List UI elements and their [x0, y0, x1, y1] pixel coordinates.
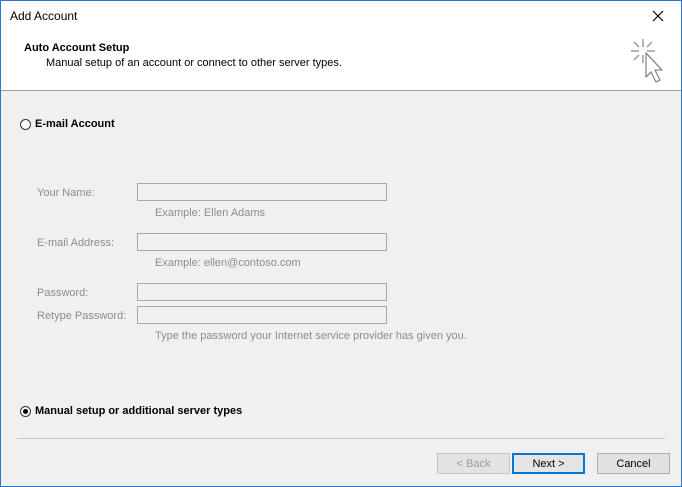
cursor-sparkle-icon	[631, 39, 663, 83]
your-name-label: Your Name:	[37, 187, 95, 199]
title-bar: Add Account	[1, 1, 681, 31]
footer-divider	[17, 438, 665, 439]
close-icon	[652, 10, 664, 22]
your-name-hint: Example: Ellen Adams	[155, 207, 266, 219]
retype-password-label: Retype Password:	[37, 310, 127, 322]
retype-password-field[interactable]	[137, 306, 387, 324]
email-account-option[interactable]: E-mail Account	[20, 118, 115, 130]
email-account-label: E-mail Account	[35, 118, 115, 130]
your-name-field[interactable]	[137, 183, 387, 201]
window-title: Add Account	[10, 9, 78, 23]
manual-setup-option[interactable]: Manual setup or additional server types	[20, 405, 242, 417]
email-address-hint: Example: ellen@contoso.com	[155, 257, 301, 269]
header-title: Auto Account Setup	[24, 42, 130, 54]
password-label: Password:	[37, 287, 89, 299]
next-button[interactable]: Next >	[512, 453, 585, 474]
manual-setup-label: Manual setup or additional server types	[35, 405, 243, 417]
add-account-dialog: Add Account Auto Account Setup Manual se…	[0, 0, 682, 487]
manual-setup-radio[interactable]	[20, 405, 31, 417]
email-account-radio[interactable]	[20, 118, 31, 130]
header-panel: Auto Account Setup Manual setup of an ac…	[1, 31, 681, 91]
close-button[interactable]	[635, 1, 681, 31]
password-field[interactable]	[137, 283, 387, 301]
email-address-label: E-mail Address:	[37, 237, 115, 249]
header-subtitle: Manual setup of an account or connect to…	[46, 57, 342, 69]
email-address-field[interactable]	[137, 233, 387, 251]
password-hint: Type the password your Internet service …	[155, 330, 467, 342]
cancel-button[interactable]: Cancel	[597, 453, 670, 474]
back-button[interactable]: < Back	[437, 453, 510, 474]
